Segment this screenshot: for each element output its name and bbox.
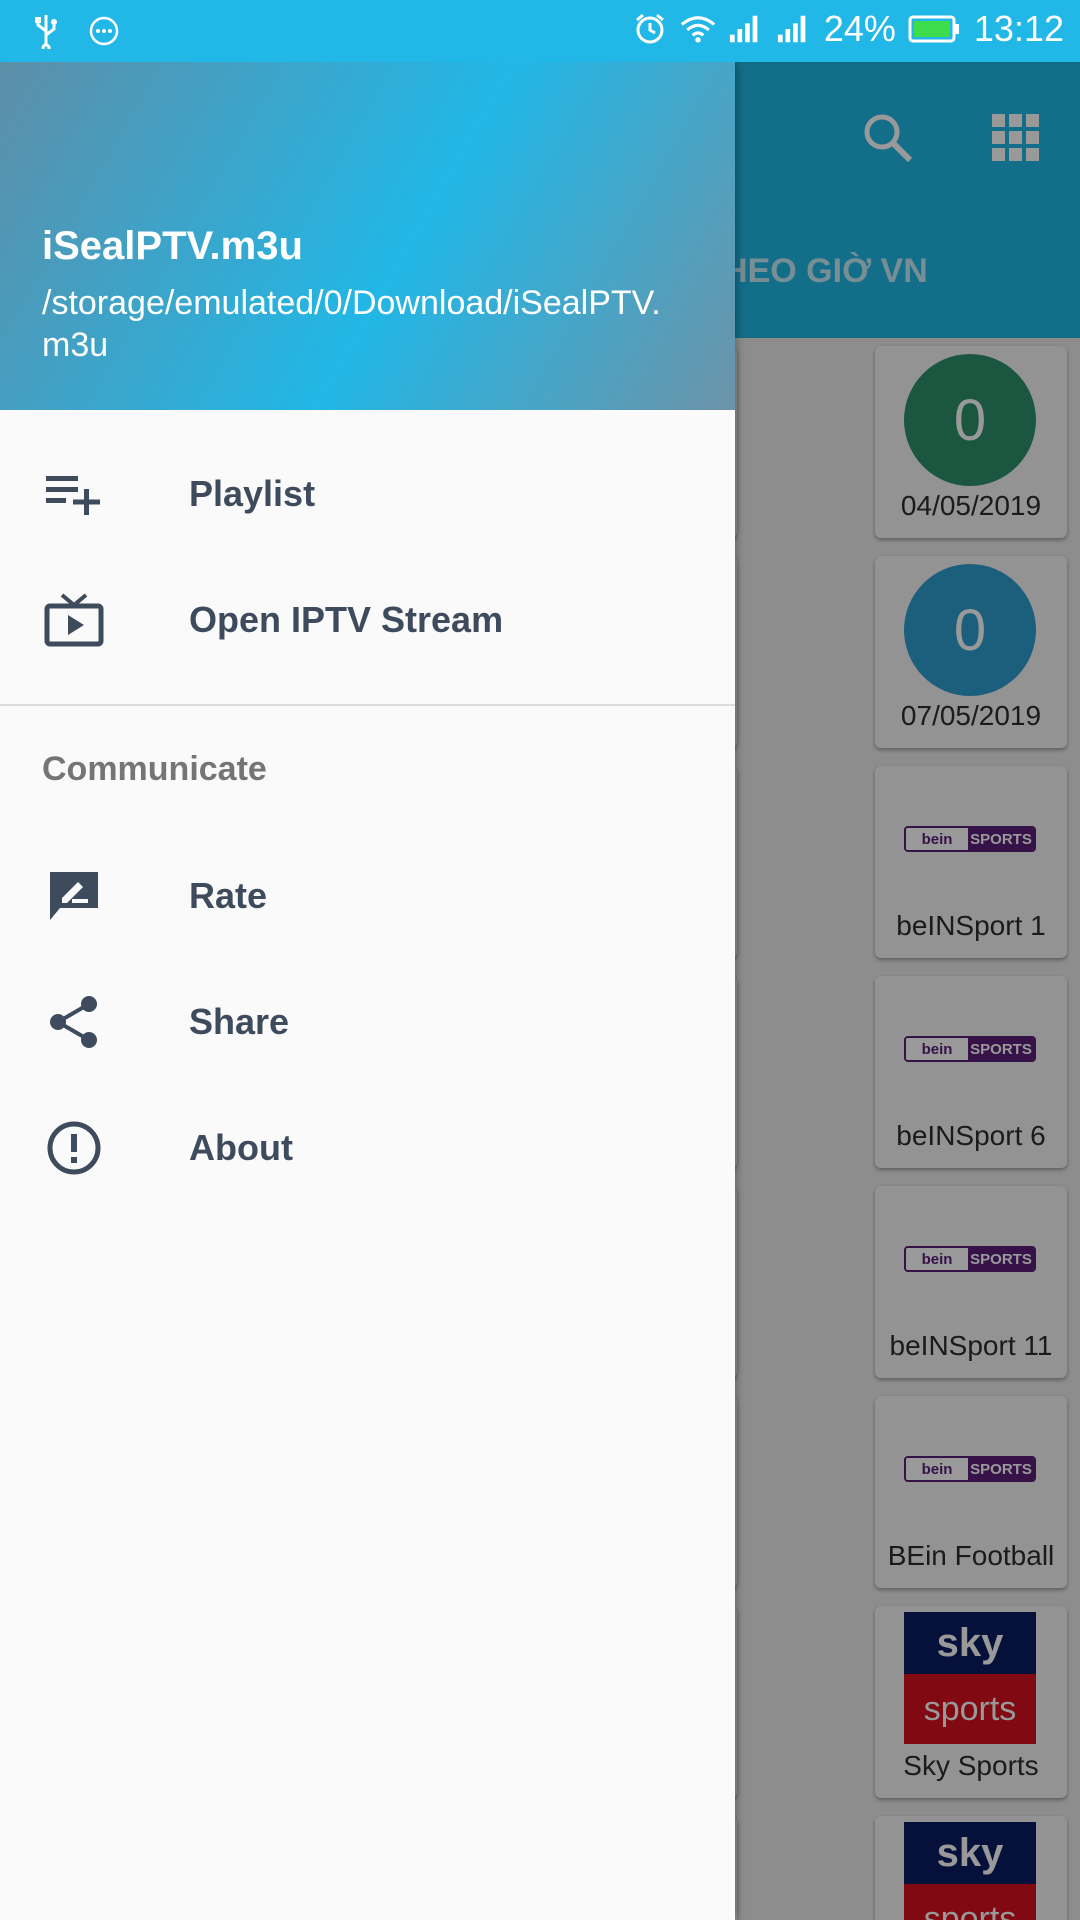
message-icon: [86, 12, 122, 50]
signal-icon: [728, 10, 764, 48]
info-alert-icon: [42, 1116, 106, 1180]
alarm-icon: [632, 10, 668, 48]
battery-icon: [908, 10, 962, 48]
menu-item-label: Playlist: [189, 473, 316, 514]
rate-review-icon: [42, 864, 106, 928]
menu-item-about[interactable]: About: [0, 1088, 735, 1208]
signal-icon: [776, 10, 812, 48]
menu-item-label: Open IPTV Stream: [189, 599, 504, 640]
menu-item-share[interactable]: Share: [0, 962, 735, 1082]
usb-icon: [28, 12, 64, 50]
status-bar: 24% 13:12: [0, 0, 1080, 62]
drawer-header: iSealPTV.m3u /storage/emulated/0/Downloa…: [0, 62, 735, 410]
menu-item-label: Rate: [189, 875, 268, 916]
menu-item-rate[interactable]: Rate: [0, 836, 735, 956]
menu-item-label: About: [189, 1127, 293, 1168]
live-tv-icon: [42, 588, 106, 652]
menu-item-label: Share: [189, 1001, 290, 1042]
battery-percent: 24%: [823, 8, 896, 49]
playlist-path: /storage/emulated/0/Download/iSealPTV.m3…: [42, 284, 661, 364]
playlist-title: iSealPTV.m3u: [42, 224, 303, 268]
navigation-drawer: iSealPTV.m3u /storage/emulated/0/Downloa…: [0, 62, 735, 1920]
section-title-communicate: Communicate: [42, 750, 267, 788]
share-icon: [42, 990, 106, 1054]
wifi-icon: [680, 10, 716, 48]
clock: 13:12: [973, 8, 1064, 49]
playlist-add-icon: [42, 462, 106, 526]
divider: [0, 704, 735, 706]
menu-item-playlist[interactable]: Playlist: [0, 434, 735, 554]
menu-item-open-iptv-stream[interactable]: Open IPTV Stream: [0, 560, 735, 680]
